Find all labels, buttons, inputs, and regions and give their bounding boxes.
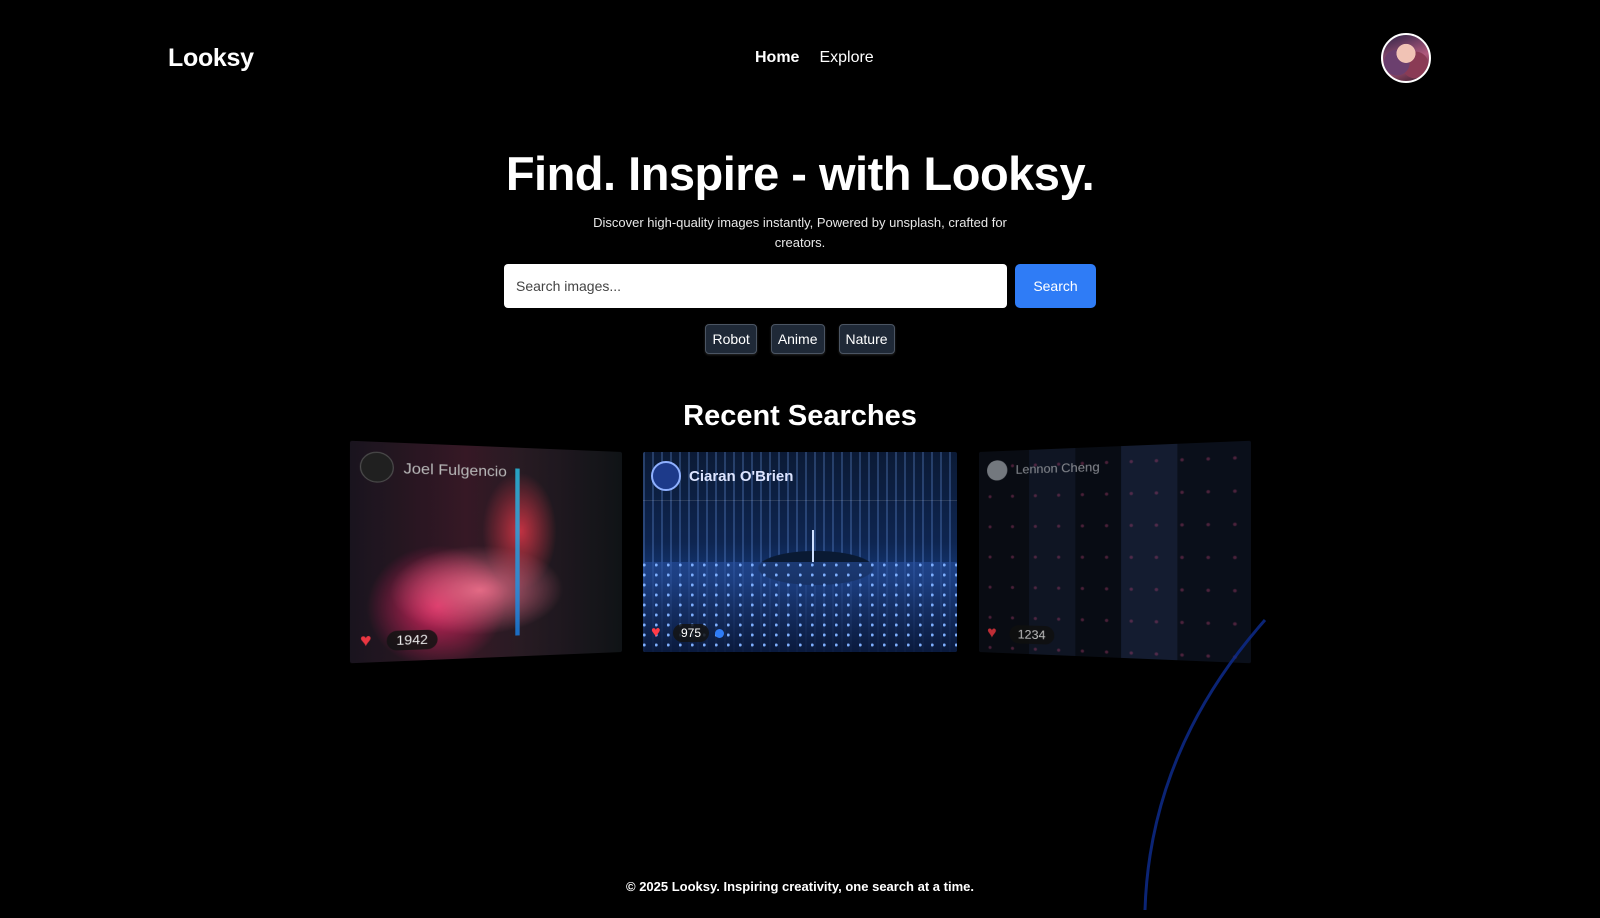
user-avatar[interactable]	[1381, 33, 1431, 83]
app-logo[interactable]: Looksy	[168, 44, 254, 73]
likes-count: 1234	[1009, 624, 1055, 645]
image-card[interactable]: Ciaran O'Brien ♥ 975	[643, 452, 957, 652]
recent-carousel: Joel Fulgencio ♥ 1942 Ciaran O'Brien ♥ 9…	[349, 440, 1251, 664]
image-card[interactable]: Joel Fulgencio ♥ 1942	[349, 440, 622, 664]
card-username: Ciaran O'Brien	[689, 467, 794, 485]
search-button[interactable]: Search	[1015, 264, 1096, 308]
heart-icon[interactable]: ♥	[987, 624, 1003, 642]
image-card[interactable]: Lennon Cheng ♥ 1234	[979, 440, 1251, 664]
card-user: Ciaran O'Brien	[651, 461, 793, 491]
tag-robot[interactable]: Robot	[705, 324, 757, 354]
tag-anime[interactable]: Anime	[770, 324, 825, 354]
tag-nature[interactable]: Nature	[838, 324, 895, 354]
card-divider	[643, 500, 957, 501]
nav-explore[interactable]: Explore	[819, 49, 873, 67]
card-likes: ♥ 1942	[360, 629, 438, 652]
hero-title: Find. Inspire - with Looksy.	[505, 147, 1095, 200]
card-username: Lennon Cheng	[1015, 459, 1100, 477]
hero-subtitle: Discover high-quality images instantly, …	[593, 215, 1007, 250]
quick-tags: Robot Anime Nature	[0, 324, 1600, 354]
card-likes: ♥ 1234	[987, 624, 1055, 645]
main-nav: Home Explore	[755, 49, 874, 67]
likes-count: 1942	[386, 629, 438, 651]
user-avatar-icon	[359, 451, 394, 484]
recent-searches-title: Recent Searches	[683, 400, 917, 432]
user-avatar-icon	[651, 461, 681, 491]
heart-icon[interactable]: ♥	[651, 625, 667, 641]
likes-count: 975	[673, 624, 710, 642]
heart-icon[interactable]: ♥	[360, 631, 380, 650]
card-user: Lennon Cheng	[987, 456, 1100, 481]
search-input[interactable]	[504, 264, 1007, 308]
footer-text: © 2025 Looksy. Inspiring creativity, one…	[626, 879, 974, 894]
card-user: Joel Fulgencio	[359, 451, 507, 486]
card-likes: ♥ 975	[651, 624, 725, 642]
user-avatar-icon	[987, 459, 1008, 481]
card-username: Joel Fulgencio	[403, 459, 507, 480]
nav-home[interactable]: Home	[755, 49, 799, 67]
indicator-dot-icon	[715, 628, 725, 638]
